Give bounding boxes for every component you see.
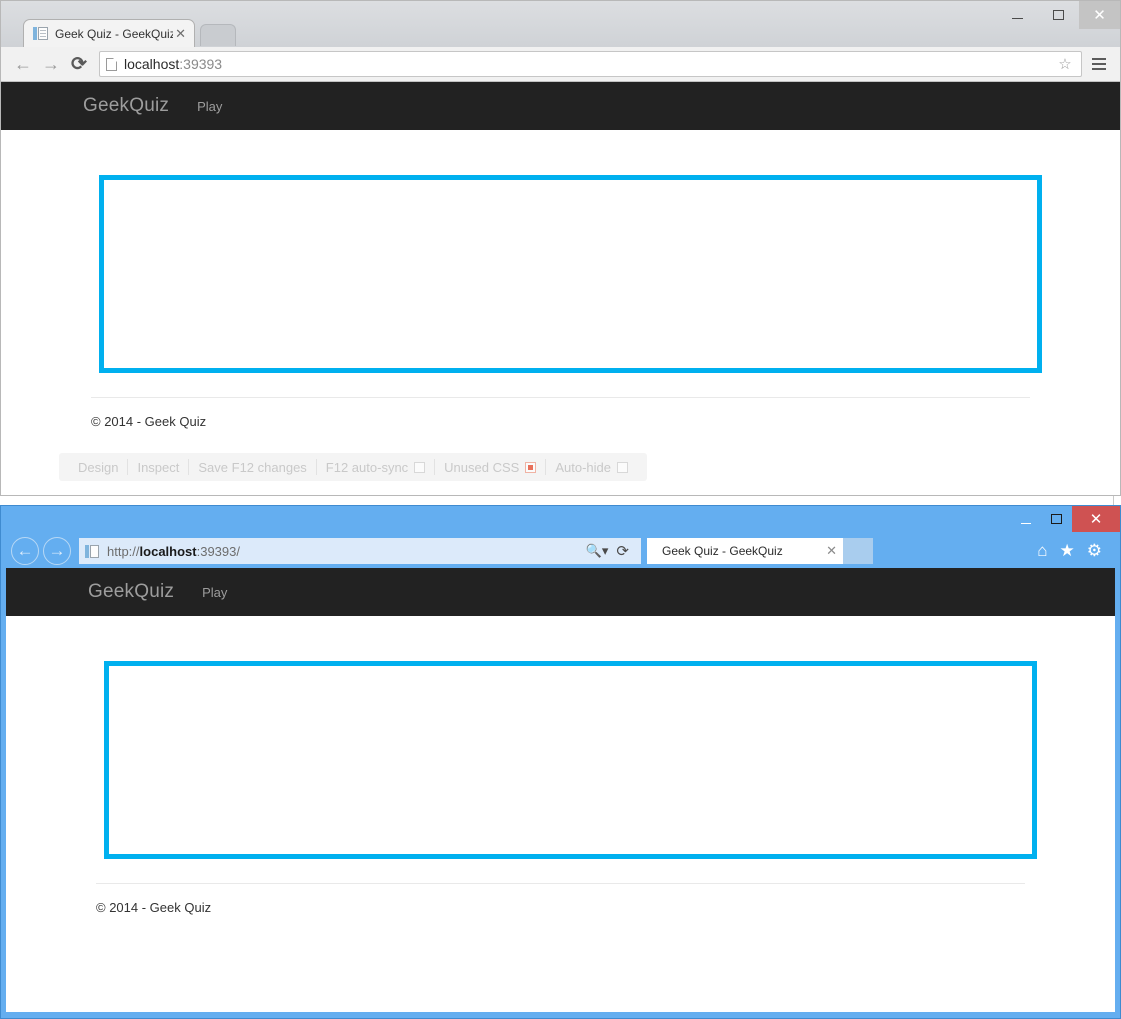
- page-icon: [85, 544, 99, 559]
- ie-url-text: http://localhost:39393/: [107, 544, 240, 559]
- ie-titlebar[interactable]: ✕: [1, 506, 1120, 534]
- ie-url-rest: :39393/: [196, 543, 240, 559]
- browser-link-auto-hide-toggle[interactable]: Auto-hide: [546, 460, 637, 475]
- ie-window-controls: ✕: [1010, 506, 1120, 532]
- chrome-url-host: localhost: [124, 56, 180, 72]
- ie-page-viewport: GeekQuiz Play © 2014 - Geek Quiz: [6, 568, 1115, 1012]
- chrome-toolbar: ← → ⟳ localhost:39393 ☆: [1, 47, 1120, 82]
- favorites-icon[interactable]: ★: [1060, 541, 1075, 561]
- browser-link-save-f12-changes-button[interactable]: Save F12 changes: [189, 460, 315, 475]
- chrome-url-text: localhost:39393: [124, 56, 222, 72]
- chrome-browser-window: ✕ Geek Quiz - GeekQuiz ✕ ← → ⟳ localhost…: [0, 0, 1121, 496]
- browser-link-toolbar: ⋈ Design Inspect Save F12 changes F12 au…: [21, 447, 647, 487]
- chrome-tab-geek-quiz[interactable]: Geek Quiz - GeekQuiz ✕: [23, 19, 195, 47]
- bookmark-star-icon[interactable]: ☆: [1055, 55, 1075, 73]
- chrome-url-rest: :39393: [179, 56, 223, 72]
- quiz-content-panel: [99, 175, 1042, 373]
- label: Auto-hide: [555, 459, 611, 475]
- chrome-titlebar[interactable]: ✕ Geek Quiz - GeekQuiz ✕: [1, 1, 1120, 47]
- visual-studio-logo-icon: ⋈: [29, 455, 45, 472]
- ie-maximize-button[interactable]: [1041, 506, 1072, 532]
- browser-link-f12-auto-sync-toggle[interactable]: F12 auto-sync: [317, 460, 434, 475]
- page-favicon-icon: [33, 26, 48, 41]
- tools-icon[interactable]: ⚙: [1087, 541, 1102, 561]
- chrome-tab-close-icon[interactable]: ✕: [173, 27, 188, 40]
- browser-link-design-button[interactable]: Design: [69, 460, 127, 475]
- search-icon[interactable]: 🔍▾: [582, 543, 613, 559]
- browser-link-bar: Design Inspect Save F12 changes F12 auto…: [59, 453, 647, 481]
- page-footer-text: © 2014 - Geek Quiz: [96, 900, 212, 915]
- checkbox-icon[interactable]: [414, 461, 426, 473]
- label: F12 auto-sync: [325, 459, 409, 475]
- ie-forward-icon[interactable]: →: [43, 537, 71, 565]
- ie-new-tab-button[interactable]: [843, 538, 873, 564]
- page-icon: [106, 57, 117, 71]
- back-icon[interactable]: ←: [9, 50, 37, 78]
- ie-back-icon[interactable]: ←: [11, 537, 39, 565]
- browser-link-inspect-button[interactable]: Inspect: [128, 460, 188, 475]
- nav-link-play[interactable]: Play: [202, 585, 227, 600]
- chrome-tab-title: Geek Quiz - GeekQuiz: [55, 26, 174, 41]
- footer-divider: [96, 883, 1025, 884]
- footer-divider: [91, 397, 1030, 398]
- chrome-new-tab-button[interactable]: [200, 24, 236, 46]
- chrome-address-bar[interactable]: localhost:39393 ☆: [99, 51, 1082, 77]
- ie-tab-close-icon[interactable]: ✕: [826, 543, 837, 559]
- forward-icon[interactable]: →: [37, 50, 65, 78]
- refresh-icon[interactable]: ⟳: [612, 542, 635, 560]
- internet-explorer-window: ✕ ← → http://localhost:39393/ 🔍▾ ⟳ Geek …: [0, 505, 1121, 1019]
- page-body: © 2014 - Geek Quiz: [6, 661, 1115, 915]
- chrome-page-viewport: GeekQuiz Play © 2014 - Geek Quiz ⋈ Desig…: [1, 82, 1120, 495]
- checkbox-icon-active[interactable]: [525, 461, 537, 473]
- home-icon[interactable]: ⌂: [1037, 541, 1047, 561]
- nav-link-play[interactable]: Play: [197, 99, 222, 114]
- chrome-tabstrip: Geek Quiz - GeekQuiz ✕: [1, 18, 1120, 47]
- site-navbar: GeekQuiz Play: [6, 568, 1115, 616]
- screenshot-root: ✕ Geek Quiz - GeekQuiz ✕ ← → ⟳ localhost…: [0, 0, 1121, 1019]
- browser-link-unused-css-toggle[interactable]: Unused CSS: [435, 460, 545, 475]
- site-navbar: GeekQuiz Play: [1, 82, 1120, 130]
- label: Unused CSS: [444, 459, 520, 475]
- ie-address-bar[interactable]: http://localhost:39393/ 🔍▾ ⟳: [79, 538, 641, 564]
- page-footer-text: © 2014 - Geek Quiz: [91, 414, 207, 429]
- quiz-content-panel: [104, 661, 1037, 859]
- ie-command-bar: ⌂ ★ ⚙: [1037, 541, 1112, 561]
- ie-close-button[interactable]: ✕: [1072, 506, 1120, 532]
- hamburger-menu-icon[interactable]: [1086, 51, 1112, 77]
- page-body: © 2014 - Geek Quiz: [1, 175, 1120, 429]
- ie-url-host: localhost: [139, 543, 197, 559]
- ie-minimize-button[interactable]: [1010, 506, 1041, 532]
- close-icon: ✕: [1089, 511, 1103, 528]
- ie-navigation-row: ← → http://localhost:39393/ 🔍▾ ⟳ Geek Qu…: [1, 534, 1120, 568]
- site-brand[interactable]: GeekQuiz: [88, 581, 174, 603]
- ie-url-prefix: http://: [107, 543, 140, 559]
- reload-icon[interactable]: ⟳: [65, 50, 93, 78]
- ie-tab-geek-quiz[interactable]: Geek Quiz - GeekQuiz ✕: [647, 538, 843, 564]
- site-brand[interactable]: GeekQuiz: [83, 95, 169, 117]
- ie-tab-title: Geek Quiz - GeekQuiz: [662, 544, 783, 558]
- checkbox-icon[interactable]: [616, 461, 628, 473]
- chevron-down-icon[interactable]: ▾: [602, 543, 609, 558]
